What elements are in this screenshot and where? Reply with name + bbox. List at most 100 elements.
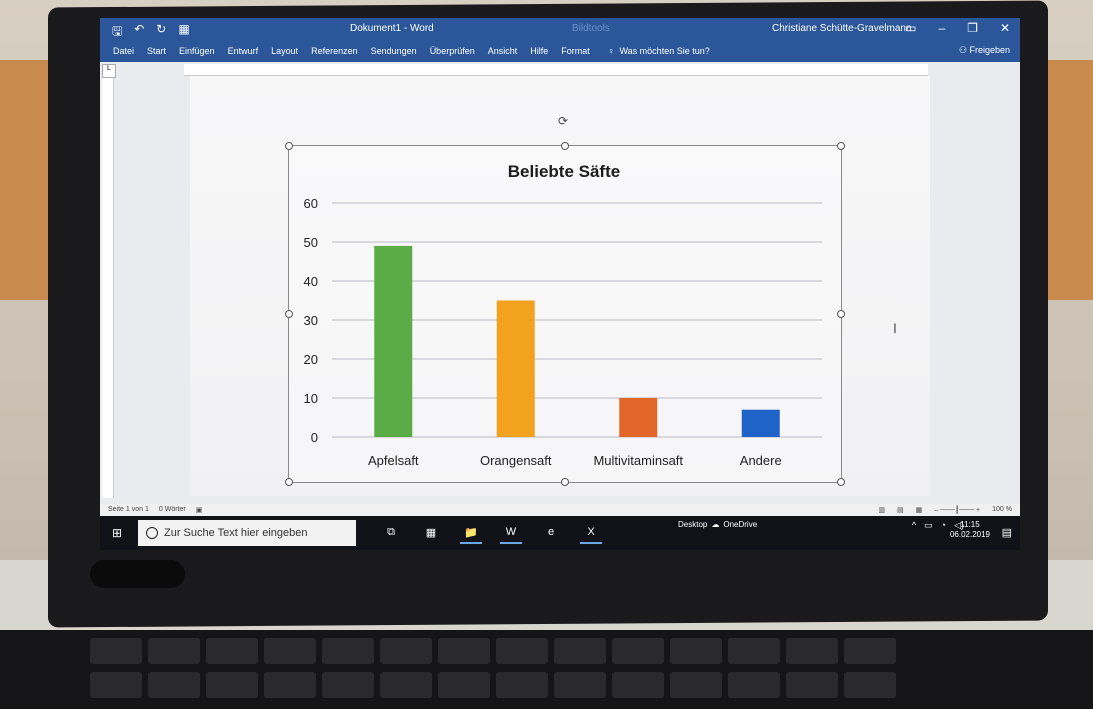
key-row-function [90, 638, 896, 666]
tab-hilfe[interactable]: Hilfe [530, 46, 548, 56]
search-placeholder: Zur Suche Text hier eingeben [164, 527, 308, 539]
tell-me-label: Was möchten Sie tun? [619, 46, 710, 56]
proofing-icon[interactable]: ▣ [196, 506, 203, 514]
key-f5-icon [380, 638, 432, 664]
word-count[interactable]: 0 Wörter [159, 506, 186, 514]
tab-ueberpruefen[interactable]: Überprüfen [430, 46, 475, 56]
share-label: Freigeben [969, 45, 1010, 55]
horizontal-ruler[interactable] [184, 64, 928, 76]
edge-browser-icon[interactable]: e [540, 522, 562, 544]
zoom-slider[interactable]: – ───┃─── + [934, 506, 980, 514]
key-f10-icon [670, 638, 722, 664]
task-view-icon[interactable]: ⧉ [380, 522, 402, 544]
key-f3-icon [264, 638, 316, 664]
network-icon[interactable]: ◔ [941, 520, 946, 531]
user-name[interactable]: Christiane Schütte-Gravelmann [772, 23, 912, 34]
key-icon [90, 672, 142, 698]
tab-datei[interactable]: Datei [113, 46, 134, 56]
key-f6-icon [438, 638, 490, 664]
x-category-label: Orangensaft [480, 453, 552, 468]
bar-andere[interactable] [741, 409, 780, 437]
clock-time: 11:15 [960, 520, 980, 529]
x-category-label: Multivitaminsaft [593, 453, 683, 468]
bar-chart[interactable]: Beliebte Säfte 0 10 20 30 40 50 60 Apfelsaft Ora… [288, 145, 840, 481]
key-pos1-icon [844, 638, 896, 664]
key-esc-icon [90, 638, 142, 664]
lightbulb-icon: ♀ [607, 46, 615, 56]
key-icon [728, 672, 780, 698]
key-icon [264, 672, 316, 698]
word-app-icon[interactable]: W [500, 522, 522, 544]
windows-taskbar: ⊞ Zur Suche Text hier eingeben ⧉ ▦ 📁 W e… [100, 516, 1020, 550]
tab-start[interactable]: Start [147, 46, 166, 56]
x-category-label: Andere [740, 453, 782, 468]
file-explorer-icon[interactable]: 📁 [460, 522, 482, 544]
battery-icon[interactable]: ▭ [924, 520, 933, 531]
person-icon: ⚇ [958, 45, 967, 55]
onedrive-label[interactable]: OneDrive [723, 520, 757, 529]
rotate-handle-icon[interactable]: ⟳ [558, 114, 570, 128]
title-bar: 🖫 ↶ ↻ ▦ Dokument1 - Word Bildtools Chris… [100, 18, 1020, 40]
taskbar-clock[interactable]: 11:15 06.02.2019 [950, 520, 990, 540]
key-f8-icon [554, 638, 606, 664]
y-tick-label: 60 [304, 196, 318, 211]
context-tab-label: Bildtools [572, 23, 610, 34]
key-icon [496, 672, 548, 698]
print-layout-icon[interactable]: ▤ [897, 506, 904, 514]
notification-center-icon[interactable]: ▤ [1002, 526, 1012, 539]
share-button[interactable]: ⚇ Freigeben [959, 45, 1010, 56]
tab-sendungen[interactable]: Sendungen [371, 46, 417, 56]
desktop-label[interactable]: Desktop [678, 520, 707, 529]
calculator-icon[interactable]: ▦ [420, 522, 442, 544]
ribbon-tabs: Datei Start Einfügen Entwurf Layout Refe… [100, 40, 1020, 62]
key-f7-icon [496, 638, 548, 664]
read-mode-icon[interactable]: ▥ [878, 506, 885, 514]
show-hidden-icons-icon[interactable]: ^ [912, 520, 916, 531]
key-icon [844, 672, 896, 698]
chart-title: Beliebte Säfte [508, 162, 620, 181]
key-icon [670, 672, 722, 698]
laptop-screen: 🖫 ↶ ↻ ▦ Dokument1 - Word Bildtools Chris… [100, 18, 1020, 550]
key-icon [380, 672, 432, 698]
tab-format[interactable]: Format [561, 46, 590, 56]
redacted-label [90, 560, 185, 588]
y-tick-label: 20 [304, 352, 318, 367]
tab-ansicht[interactable]: Ansicht [488, 46, 518, 56]
document-title: Dokument1 - Word [350, 23, 434, 34]
ribbon-display-icon[interactable]: ▭ [905, 21, 916, 35]
tab-referenzen[interactable]: Referenzen [311, 46, 358, 56]
key-icon [438, 672, 490, 698]
key-f11-icon [728, 638, 780, 664]
y-tick-label: 10 [304, 391, 318, 406]
key-f9-icon [612, 638, 664, 664]
tell-me-box[interactable]: ♀ Was möchten Sie tun? [608, 46, 710, 56]
key-icon [148, 672, 200, 698]
excel-app-icon[interactable]: X [580, 522, 602, 544]
bar-apfelsaft[interactable] [374, 245, 413, 437]
tab-entwurf[interactable]: Entwurf [228, 46, 259, 56]
zoom-level[interactable]: 100 % [992, 506, 1012, 514]
vertical-ruler[interactable] [102, 78, 114, 498]
bar-orangensaft[interactable] [496, 300, 535, 438]
minimize-icon[interactable]: – [938, 21, 945, 35]
taskbar-search-box[interactable]: Zur Suche Text hier eingeben [138, 520, 356, 546]
key-icon [206, 672, 258, 698]
key-icon [612, 672, 664, 698]
key-icon [322, 672, 374, 698]
tab-einfuegen[interactable]: Einfügen [179, 46, 215, 56]
restore-icon[interactable]: ❐ [967, 21, 978, 35]
tab-layout[interactable]: Layout [271, 46, 298, 56]
page-count[interactable]: Seite 1 von 1 [108, 506, 149, 514]
y-tick-label: 30 [304, 313, 318, 328]
cortana-icon [146, 527, 158, 539]
bar-multivitaminsaft[interactable] [619, 398, 658, 437]
x-category-label: Apfelsaft [368, 453, 419, 468]
tab-selector[interactable]: L [102, 64, 116, 78]
key-f2-icon [206, 638, 258, 664]
key-f4-icon [322, 638, 374, 664]
key-f12-icon [786, 638, 838, 664]
close-icon[interactable]: ✕ [1000, 21, 1010, 35]
key-icon [554, 672, 606, 698]
web-layout-icon[interactable]: ▦ [916, 506, 923, 514]
windows-start-icon[interactable]: ⊞ [112, 526, 128, 540]
